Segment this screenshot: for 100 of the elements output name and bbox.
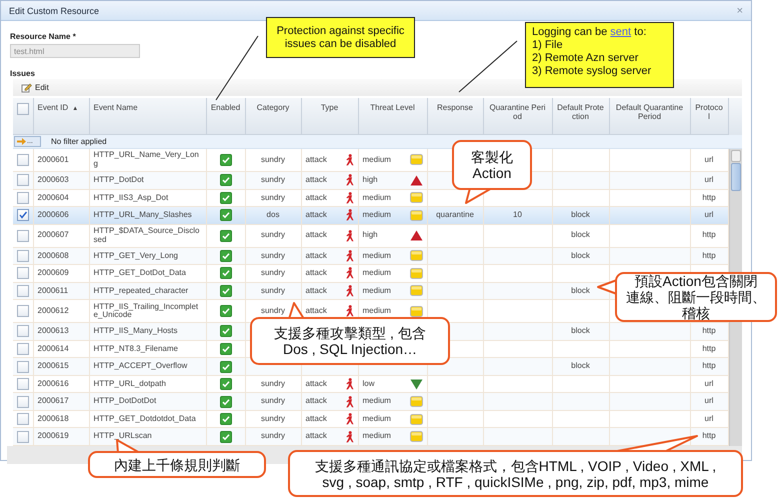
callout-text: 2) Remote Azn server: [532, 52, 640, 65]
table-cell: HTTP_IIS3_Asp_Dot: [94, 192, 168, 202]
table-row[interactable]: 2000607 HTTP_$DATA_Source_Disclosed sundry attack high block http: [13, 224, 728, 248]
table-cell: sundry: [260, 154, 285, 164]
column-header[interactable]: Default Quarantine Period: [614, 103, 686, 121]
table-cell: high: [362, 231, 378, 240]
column-header[interactable]: Protocol: [694, 103, 724, 121]
square-icon: [410, 154, 422, 166]
table-cell: block: [571, 210, 590, 220]
down-triangle-icon: [410, 378, 422, 390]
checkbox[interactable]: [17, 360, 29, 373]
square-icon: [410, 268, 422, 279]
table-cell: 2000614: [38, 344, 69, 353]
edit-button[interactable]: Edit: [19, 82, 51, 92]
checkbox[interactable]: [17, 192, 29, 204]
table-cell: attack: [306, 397, 327, 406]
table-cell: 2000603: [38, 174, 69, 184]
callout-text: Logging can be sent to:: [532, 26, 648, 39]
table-cell: HTTP_NT8.3_Filename: [94, 344, 178, 353]
table-cell: medium: [362, 414, 391, 424]
table-cell: http: [702, 326, 716, 336]
running-figure-icon: [344, 174, 354, 186]
table-cell: medium: [362, 269, 391, 278]
table-row[interactable]: 2000617 HTTP_DotDotDot sundry attack medium url: [13, 392, 728, 410]
table-cell: HTTP_$DATA_Source_Disclosed: [94, 226, 200, 244]
up-triangle-icon: [410, 174, 422, 186]
checkbox[interactable]: [17, 103, 29, 115]
table-cell: sundry: [260, 431, 285, 440]
checkbox[interactable]: [17, 174, 29, 186]
window-title: Edit Custom Resource: [9, 6, 100, 16]
table-row[interactable]: 2000619 HTTP_URLscan sundry attack medium http: [13, 428, 728, 446]
callout-text: 支援多種攻擊類型 , 包含: [274, 325, 426, 341]
square-icon: [410, 192, 422, 204]
table-cell: medium: [362, 252, 391, 260]
table-cell: url: [704, 414, 714, 423]
table-cell: HTTP_IIS_Trailing_Incomplete_Unicode: [94, 302, 198, 320]
table-row[interactable]: 2000606 HTTP_URL_Many_Slashes dos attack medium quarantine 10 block url: [13, 206, 728, 224]
table-cell: attack: [306, 156, 327, 164]
checkbox[interactable]: [17, 430, 29, 443]
column-header[interactable]: Type: [306, 103, 354, 112]
table-cell: block: [571, 230, 590, 240]
table-cell: attack: [306, 176, 327, 184]
checkbox[interactable]: [17, 378, 29, 390]
checkbox[interactable]: [17, 284, 29, 297]
table-cell: attack: [306, 252, 327, 260]
table-cell: url: [704, 396, 714, 406]
column-header[interactable]: Event Name: [94, 103, 202, 112]
checkbox[interactable]: [17, 267, 29, 280]
table-cell: attack: [306, 380, 327, 388]
edit-icon: [21, 82, 32, 92]
column-header[interactable]: Quarantine Period: [488, 103, 548, 121]
running-figure-icon: [344, 250, 354, 262]
leader-line: [216, 36, 258, 100]
link[interactable]: sent: [610, 26, 632, 38]
table-cell: HTTP_GET_Very_Long: [94, 250, 178, 260]
table-row[interactable]: 2000608 HTTP_GET_Very_Long sundry attack medium block http: [13, 247, 728, 265]
column-header[interactable]: Default Protection: [556, 103, 604, 121]
checkbox[interactable]: [17, 325, 29, 338]
table-cell: sundry: [260, 174, 285, 184]
table-cell: 2000607: [38, 230, 69, 240]
checkbox[interactable]: [17, 305, 29, 318]
checkbox[interactable]: [17, 413, 29, 426]
table-cell: 2000613: [38, 326, 69, 336]
running-figure-icon: [344, 430, 354, 443]
column-header[interactable]: Threat Level: [362, 103, 422, 112]
running-figure-icon: [344, 284, 354, 297]
table-cell: block: [571, 250, 590, 260]
table-cell: 2000608: [38, 250, 69, 260]
checkbox[interactable]: [17, 154, 29, 166]
checkbox[interactable]: [17, 250, 29, 262]
table-cell: sundry: [260, 250, 285, 260]
table-cell: medium: [362, 156, 391, 164]
square-icon: [410, 414, 422, 425]
column-header[interactable]: Enabled: [210, 103, 240, 112]
running-figure-icon: [344, 230, 354, 242]
table-cell: HTTP_DotDot: [94, 174, 144, 184]
column-header[interactable]: Category: [250, 103, 296, 112]
table-cell: sundry: [260, 286, 285, 295]
table-cell: attack: [306, 286, 327, 296]
table-cell: 2000611: [38, 286, 68, 295]
checkbox[interactable]: [17, 209, 29, 222]
running-figure-icon: [344, 413, 354, 426]
table-cell: 2000617: [38, 396, 69, 406]
checkbox[interactable]: [17, 230, 29, 242]
table-cell: medium: [362, 306, 391, 316]
table-cell: url: [704, 154, 714, 164]
column-header[interactable]: Response: [432, 103, 478, 112]
table-cell: sundry: [260, 230, 285, 240]
table-cell: attack: [306, 231, 327, 240]
table-cell: sundry: [260, 414, 285, 423]
table-cell: HTTP_URL_dotpath: [94, 378, 166, 388]
callout-text: 支援多種通訊協定或檔案格式，包含HTML , VOIP , Video , XML ,: [314, 458, 716, 474]
square-icon: [410, 396, 422, 408]
running-figure-icon: [344, 305, 354, 318]
table-cell: 2000615: [38, 361, 69, 370]
checkbox[interactable]: [17, 396, 29, 408]
checkbox[interactable]: [17, 342, 29, 355]
table-cell: attack: [306, 194, 327, 202]
table-cell: sundry: [260, 396, 285, 406]
table-cell: attack: [306, 414, 327, 424]
